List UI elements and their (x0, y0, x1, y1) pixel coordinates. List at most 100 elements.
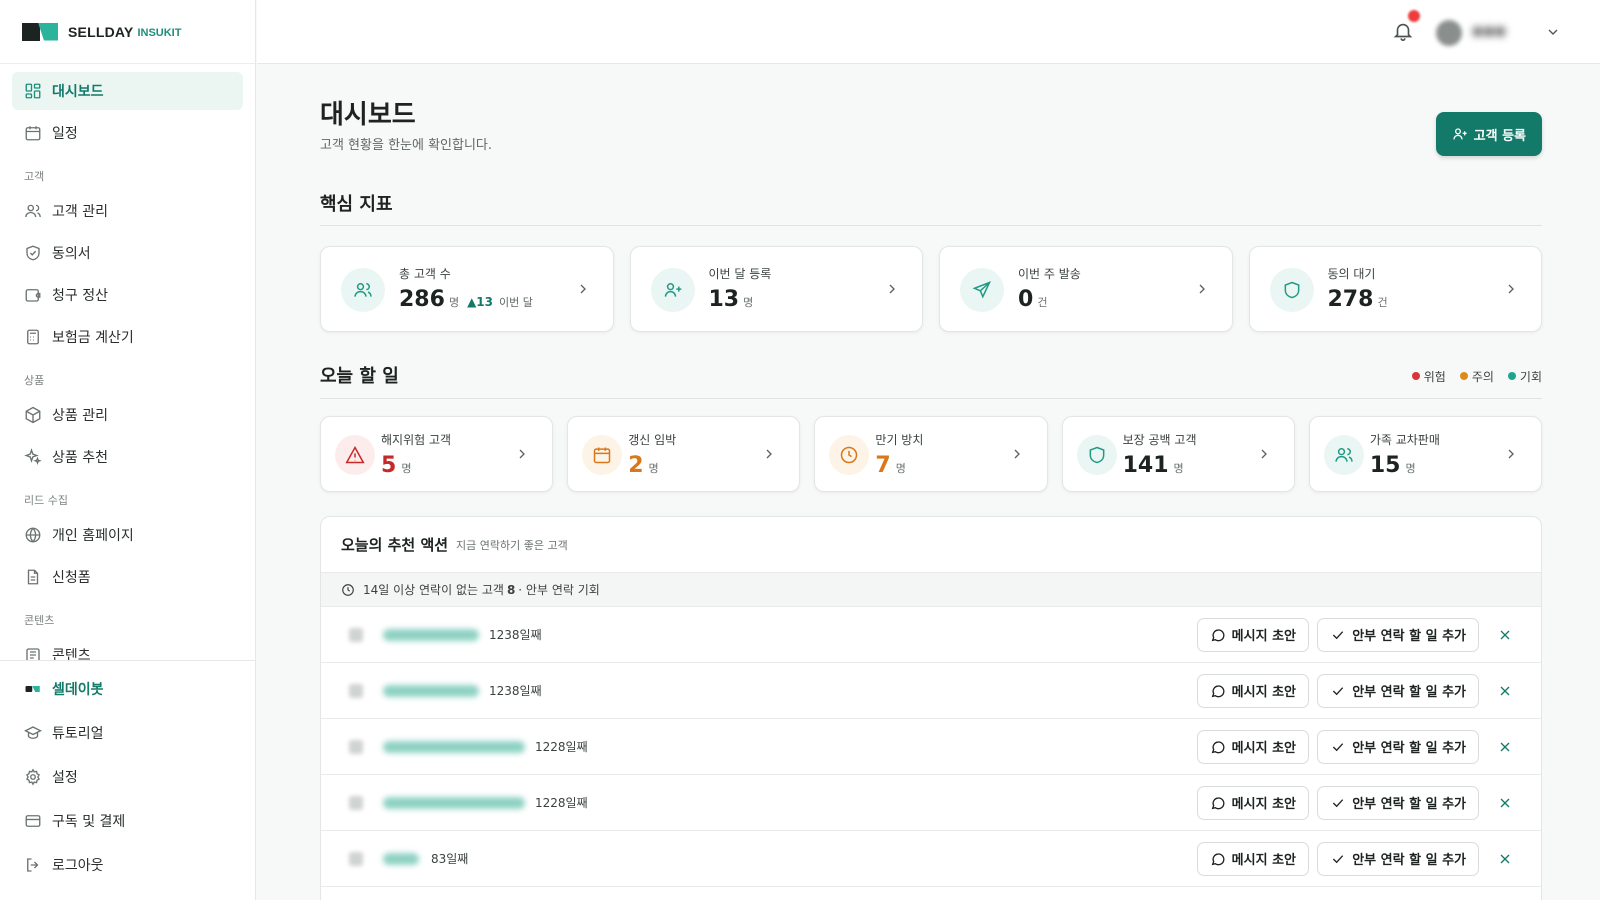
legend-dot (1507, 372, 1516, 380)
message-draft-button[interactable]: 메시지 초안 (1196, 673, 1309, 708)
sidebar-item-calculator[interactable]: 보험금 계산기 (12, 318, 243, 356)
shield-icon (1284, 281, 1299, 299)
section-content: 콘텐츠 (24, 614, 55, 627)
users-icon (25, 204, 41, 218)
todo-coverage-gap[interactable]: 보장 공백 고객 141 명 (1061, 416, 1295, 492)
sidebar-item-label: 튜토리얼 (52, 726, 104, 742)
sidebar-item-products[interactable]: 상품 관리 (12, 396, 243, 434)
kpi-unit: 건 (1377, 296, 1388, 309)
close-icon[interactable] (1497, 683, 1513, 699)
customer-name-blurred[interactable] (383, 740, 525, 753)
add-contact-todo-button[interactable]: 안부 연락 할 일 추가 (1317, 617, 1479, 652)
user-name-blurred[interactable]: ●●● (1472, 24, 1506, 39)
kpi-weekly-sent[interactable]: 이번 주 발송 0 건 (939, 246, 1233, 332)
newspaper-icon (26, 648, 40, 660)
todo-unit: 명 (1173, 462, 1184, 475)
sidebar-item-billing[interactable]: 구독 및 결제 (12, 801, 243, 841)
kpi-value: 13 (708, 287, 740, 312)
add-contact-todo-button[interactable]: 안부 연락 할 일 추가 (1317, 729, 1479, 764)
customer-name-blurred[interactable] (383, 628, 479, 641)
sidebar-item-label: 로그아웃 (52, 858, 104, 874)
sidebar-item-label: 상품 추천 (52, 450, 108, 466)
button-label: 안부 연락 할 일 추가 (1352, 685, 1466, 700)
close-icon[interactable] (1497, 739, 1513, 755)
legend-label: 주의 (1471, 370, 1494, 384)
customer-name-blurred[interactable] (383, 684, 479, 697)
close-icon[interactable] (1497, 851, 1513, 867)
users-icon (354, 283, 372, 297)
add-contact-todo-button[interactable]: 안부 연락 할 일 추가 (1317, 841, 1479, 876)
kpi-unit: 명 (743, 296, 754, 309)
kpi-total-customers[interactable]: 총 고객 수 286 명 ▲13 이번 달 (320, 246, 614, 332)
sidebar-item-label: 동의서 (52, 246, 91, 262)
kpi-consent-pending[interactable]: 동의 대기 278 건 (1248, 246, 1542, 332)
sidebar-item-label: 신청폼 (52, 570, 91, 586)
customer-name-blurred[interactable] (383, 796, 525, 809)
avatar (349, 683, 363, 698)
sidebar-item-consent[interactable]: 동의서 (12, 234, 243, 272)
todo-unit: 명 (895, 462, 906, 475)
todo-unit: 명 (648, 462, 659, 475)
message-draft-button[interactable]: 메시지 초안 (1196, 785, 1309, 820)
message-draft-button[interactable]: 메시지 초안 (1196, 841, 1309, 876)
todo-renewal-soon[interactable]: 갱신 임박 2 명 (567, 416, 801, 492)
credit-card-icon (25, 815, 41, 827)
todo-expiry-neglected[interactable]: 만기 방치 7 명 (814, 416, 1048, 492)
chevron-right-icon (1199, 284, 1205, 294)
sidebar-item-settings[interactable]: 설정 (12, 757, 243, 797)
add-contact-todo-button[interactable]: 안부 연락 할 일 추가 (1317, 785, 1479, 820)
sidebar-nav: 대시보드 일정 고객 고객 관리 동의서 청구 정산 보험금 계산기 상품 상품… (0, 64, 255, 660)
sidebar-item-form[interactable]: 신청폼 (12, 558, 243, 596)
kpi-label: 이번 주 발송 (1018, 267, 1081, 281)
chevron-right-icon (766, 449, 773, 459)
sidebar-item-homepage[interactable]: 개인 홈페이지 (12, 516, 243, 554)
todo-icon-wrap (1323, 435, 1364, 475)
sidebar-item-label: 콘텐츠 (52, 648, 91, 660)
sidebar-item-claims[interactable]: 청구 정산 (12, 276, 243, 314)
chevron-right-icon (1508, 449, 1514, 459)
todo-icon-wrap (335, 435, 375, 475)
sidebar-item-content[interactable]: 콘텐츠 (12, 636, 243, 660)
close-icon[interactable] (1497, 627, 1513, 643)
button-label: 안부 연락 할 일 추가 (1352, 629, 1466, 644)
add-contact-todo-button[interactable]: 안부 연락 할 일 추가 (1317, 673, 1479, 708)
todo-value: 7 (875, 453, 891, 478)
sidebar-item-label: 개인 홈페이지 (52, 528, 134, 544)
sidebar-item-logout[interactable]: 로그아웃 (12, 845, 243, 885)
todo-value: 141 (1122, 453, 1169, 478)
message-draft-button[interactable]: 메시지 초안 (1196, 729, 1309, 764)
add-customer-button[interactable]: 고객 등록 (1435, 112, 1542, 156)
sidebar-item-label: 고객 관리 (52, 204, 108, 220)
todo-value-line: 15 명 (1370, 453, 1416, 478)
button-label: 안부 연락 할 일 추가 (1352, 853, 1466, 868)
group-suffix: · 안부 연락 기회 (518, 583, 600, 597)
close-icon[interactable] (1497, 795, 1513, 811)
sidebar-item-customers[interactable]: 고객 관리 (12, 192, 243, 230)
todo-family-cross-sell[interactable]: 가족 교차판매 15 명 (1308, 416, 1543, 492)
kpi-cards: 총 고객 수 286 명 ▲13 이번 달 이번 달 등록 13 명 이번 주 … (320, 246, 1542, 332)
kpi-monthly-registered[interactable]: 이번 달 등록 13 명 (629, 246, 923, 332)
recommended-actions-subtitle: 지금 연락하기 좋은 고객 (456, 538, 568, 552)
logout-icon (27, 858, 39, 872)
users-icon (1335, 448, 1353, 462)
avatar (349, 851, 363, 866)
sidebar-item-recommend[interactable]: 상품 추천 (12, 438, 243, 476)
sidebar-item-label: 보험금 계산기 (52, 330, 134, 346)
avatar (349, 795, 363, 810)
chevron-down-icon[interactable] (1545, 24, 1561, 40)
brand[interactable]: SELLDAY INSUKIT (0, 0, 255, 64)
document-icon (27, 569, 39, 585)
sidebar-item-bot[interactable]: 셀데이봇 (12, 669, 243, 709)
sidebar-item-dashboard[interactable]: 대시보드 (12, 72, 243, 110)
todo-churn-risk[interactable]: 해지위험 고객 5 명 (320, 416, 554, 492)
chevron-right-icon (580, 284, 586, 294)
chevron-right-icon (519, 449, 526, 459)
sidebar-item-schedule[interactable]: 일정 (12, 114, 243, 152)
bell-icon[interactable] (1392, 20, 1414, 42)
todo-value-line: 5 명 (381, 453, 411, 478)
kpi-value-line: 0 건 (1018, 287, 1047, 312)
customer-name-blurred[interactable] (383, 852, 419, 865)
message-draft-button[interactable]: 메시지 초안 (1196, 617, 1309, 652)
avatar[interactable] (1436, 20, 1462, 46)
sidebar-item-tutorial[interactable]: 튜토리얼 (12, 713, 243, 753)
